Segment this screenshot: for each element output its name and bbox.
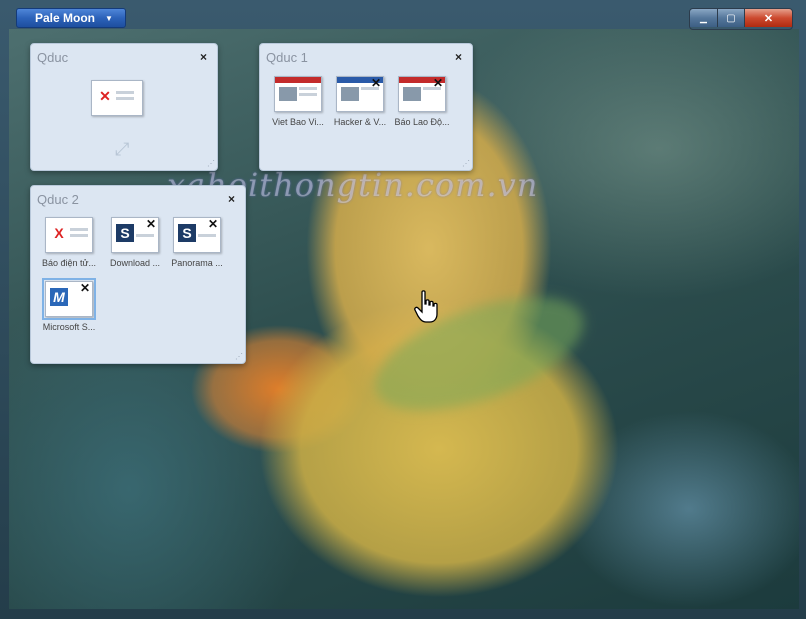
site-logo-icon: S [116, 224, 134, 242]
tab-thumbnail[interactable]: ✕ [89, 80, 145, 116]
tab-preview: ✕ [398, 76, 446, 112]
site-logo-icon: X [54, 225, 64, 241]
tab-thumbnail[interactable]: ✕ Báo Lao Độ... [394, 76, 450, 127]
group-close-icon[interactable]: × [200, 50, 207, 64]
tab-title: Báo điện tử... [41, 258, 97, 268]
tab-title: Panorama ... [171, 258, 223, 268]
site-logo-icon: ✕ [99, 87, 111, 104]
close-icon: ✕ [79, 281, 90, 295]
tab-group-qduc-1[interactable]: Qduc 1 × Viet Bao Vi... ✕ Hacker & V... … [259, 43, 473, 171]
hand-cursor-icon [414, 290, 438, 323]
app-menu-button[interactable]: Pale Moon ▼ [16, 8, 126, 28]
tab-preview: X [45, 217, 93, 253]
maximize-icon: ▢ [726, 12, 736, 24]
tab-group-qduc[interactable]: Qduc × ✕ ⤢ ⋰ [30, 43, 218, 171]
close-icon: ✕ [370, 76, 381, 90]
tab-title: Microsoft S... [42, 322, 96, 332]
resize-handle[interactable]: ⋰ [462, 159, 470, 168]
close-button[interactable]: ✕ [745, 9, 792, 27]
minimize-button[interactable]: ▁ [690, 9, 718, 27]
tab-preview: S ✕ [173, 217, 221, 253]
tab-thumbnail[interactable]: S ✕ Download ... [107, 217, 163, 268]
site-logo-icon: S [178, 224, 196, 242]
tab-title: Báo Lao Độ... [394, 117, 450, 127]
tab-preview: ✕ [336, 76, 384, 112]
group-title[interactable]: Qduc 2 [37, 192, 79, 207]
tab-preview [274, 76, 322, 112]
preview-detail [279, 87, 297, 101]
tab-thumbnail[interactable]: M ✕ Microsoft S... [41, 278, 97, 332]
app-menu-label: Pale Moon [35, 11, 96, 25]
group-title[interactable]: Qduc 1 [266, 50, 308, 65]
tab-group-qduc-2[interactable]: Qduc 2 × X Báo điện tử... S ✕ Download .… [30, 185, 246, 364]
tab-thumbnail[interactable]: Viet Bao Vi... [270, 76, 326, 127]
tab-thumbnail[interactable]: X Báo điện tử... [41, 217, 97, 268]
caret-down-icon: ▼ [105, 13, 113, 23]
close-icon: ✕ [763, 12, 774, 25]
preview-detail [116, 91, 134, 94]
maximize-button[interactable]: ▢ [718, 9, 745, 27]
preview-detail [70, 228, 88, 231]
tab-preview: ✕ [91, 80, 143, 116]
close-icon: ✕ [207, 217, 218, 231]
preview-detail [299, 87, 317, 90]
expand-icon[interactable]: ⤢ [115, 140, 133, 158]
tab-thumbnail[interactable]: S ✕ Panorama ... [169, 217, 225, 268]
preview-detail [275, 77, 321, 83]
site-logo-icon: M [50, 288, 68, 306]
preview-detail [116, 97, 134, 100]
preview-detail [70, 234, 88, 237]
preview-detail [136, 234, 154, 237]
tab-thumbnail[interactable]: ✕ Hacker & V... [332, 76, 388, 127]
preview-detail [299, 93, 317, 96]
minimize-icon: ▁ [700, 12, 707, 23]
resize-handle[interactable]: ⋰ [207, 159, 215, 168]
window-controls: ▁ ▢ ✕ [689, 8, 793, 30]
preview-detail [341, 87, 359, 101]
group-title[interactable]: Qduc [37, 50, 68, 65]
tab-title: Download ... [109, 258, 161, 268]
resize-handle[interactable]: ⋰ [235, 352, 243, 361]
close-icon: ✕ [145, 217, 156, 231]
preview-detail [198, 234, 216, 237]
group-close-icon[interactable]: × [228, 192, 235, 206]
tab-title: Viet Bao Vi... [272, 117, 324, 127]
close-icon: ✕ [432, 76, 443, 90]
tab-preview: M ✕ [42, 278, 96, 320]
preview-detail [403, 87, 421, 101]
tab-title: Hacker & V... [333, 117, 387, 127]
wallpaper-detail [360, 274, 598, 434]
group-close-icon[interactable]: × [455, 50, 462, 64]
tab-preview: S ✕ [111, 217, 159, 253]
